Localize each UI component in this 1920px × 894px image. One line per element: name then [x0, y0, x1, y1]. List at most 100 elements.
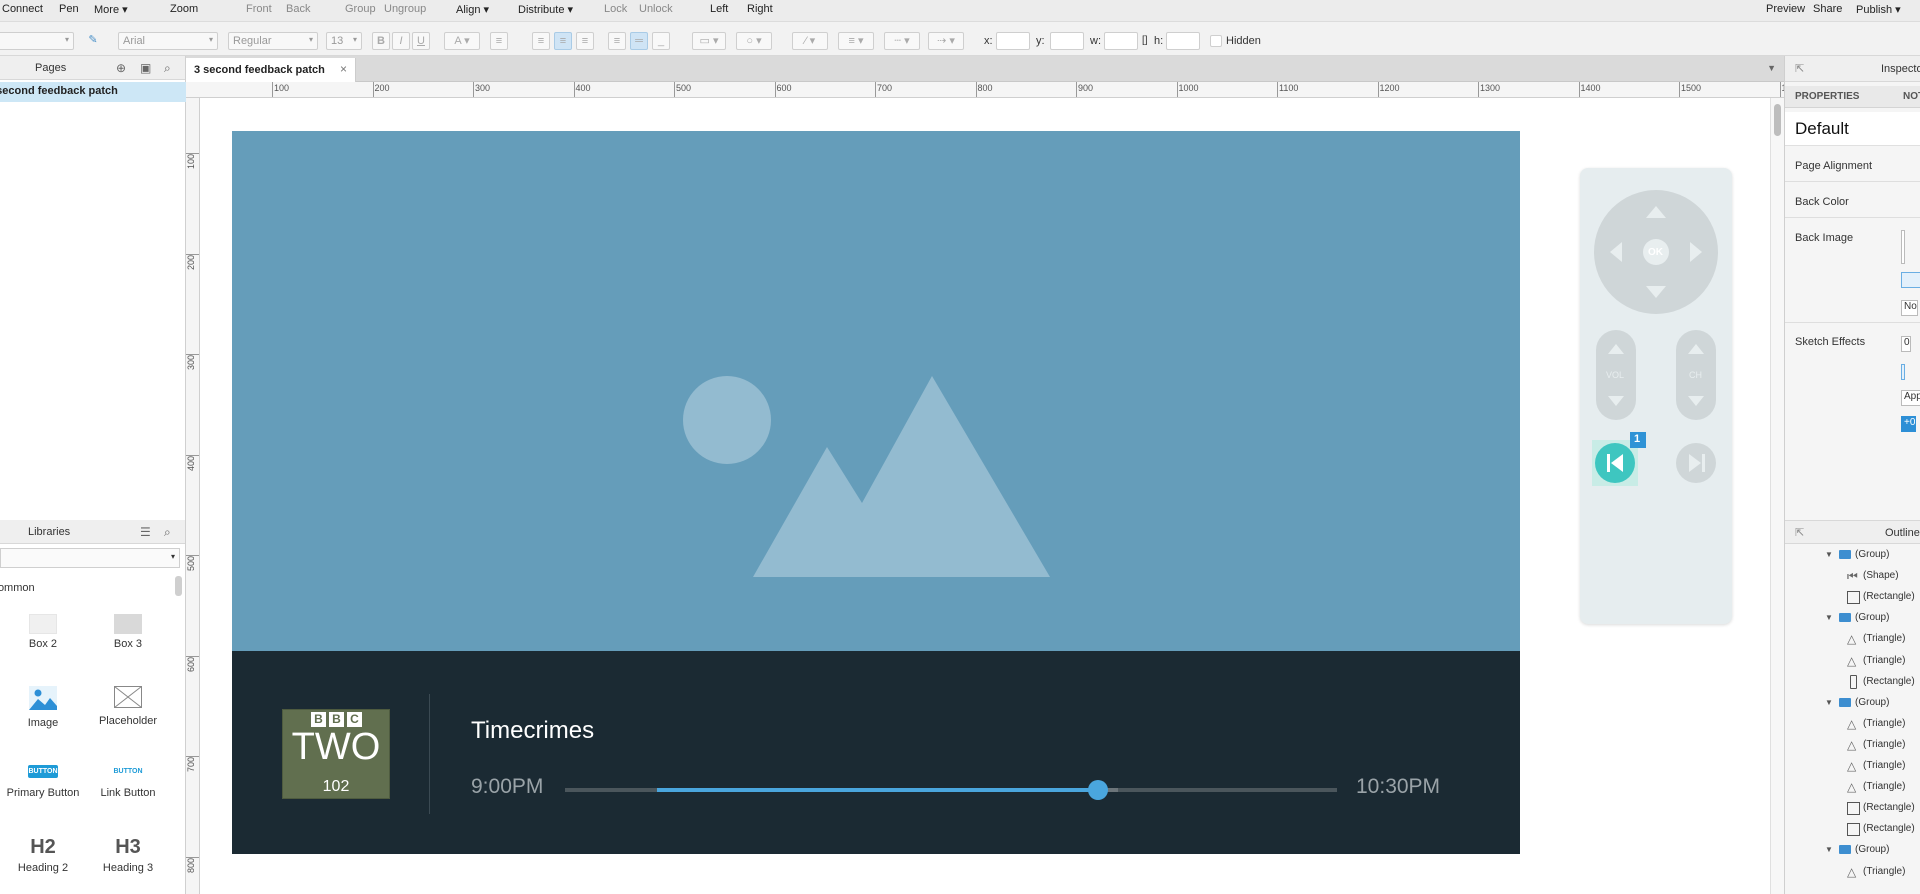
canvas-scrollbar[interactable] — [1770, 98, 1784, 894]
outline-row[interactable]: (Rectangle) — [1785, 589, 1920, 606]
canvas[interactable]: B B C TWO 102 Timecrimes 9:00PM 10:30PM — [200, 98, 1770, 894]
collapse-icon[interactable]: ⇱ — [1795, 526, 1804, 539]
fill-color-button[interactable]: ▭ ▾ — [692, 32, 726, 50]
outline-row[interactable]: (Rectangle) — [1785, 674, 1920, 691]
x-input[interactable] — [996, 32, 1030, 50]
tab-properties[interactable]: PROPERTIES — [1795, 91, 1859, 102]
left-button[interactable]: Left — [710, 3, 728, 15]
outline-row[interactable]: ▼ (Group) — [1785, 547, 1920, 564]
align-right-button[interactable]: ≡ — [576, 32, 594, 50]
tab-document[interactable]: 3 second feedback patch × — [186, 58, 356, 82]
widget-primary-button[interactable]: BUTTON Primary Button — [1, 765, 85, 799]
line-width-button[interactable]: ≡ ▾ — [838, 32, 874, 50]
outline-row[interactable]: △ (Triangle) — [1785, 653, 1920, 670]
align-menu[interactable]: Align ▾ — [456, 3, 489, 16]
outline-row[interactable]: ▼ (Group) — [1785, 610, 1920, 627]
widget-placeholder[interactable]: Placeholder — [86, 686, 170, 727]
back-image-tile-icon[interactable] — [1901, 272, 1920, 288]
preview-button[interactable]: Preview — [1766, 3, 1805, 15]
hidden-checkbox[interactable] — [1210, 35, 1222, 47]
align-left-button[interactable]: ≡ — [532, 32, 550, 50]
outline-row[interactable]: △ (Triangle) — [1785, 631, 1920, 648]
back-image-mode-select[interactable]: No — [1901, 300, 1918, 316]
add-page-icon[interactable]: ⊕ — [116, 61, 126, 75]
sketch-image-icon[interactable] — [1901, 364, 1905, 380]
widget-box2[interactable]: Box 2 — [1, 614, 85, 650]
valign-middle-button[interactable]: ═ — [630, 32, 648, 50]
outline-row[interactable]: △ (Triangle) — [1785, 737, 1920, 754]
lock-ratio-icon[interactable]: [] — [1142, 35, 1148, 46]
italic-button[interactable]: I — [392, 32, 410, 50]
font-weight-select[interactable]: Regular ▾ — [228, 32, 318, 50]
align-center-button[interactable]: ≡ — [554, 32, 572, 50]
outline-row[interactable]: (Rectangle) — [1785, 800, 1920, 817]
expand-icon[interactable]: ▼ — [1825, 698, 1833, 707]
outline-row[interactable]: ▼ (Group) — [1785, 842, 1920, 859]
outline-row[interactable]: △ (Triangle) — [1785, 758, 1920, 775]
underline-button[interactable]: U — [412, 32, 430, 50]
widget-link-button[interactable]: BUTTON Link Button — [86, 765, 170, 799]
line-color-button[interactable]: ⁄ ▾ — [792, 32, 828, 50]
search-icon[interactable]: ⌕ — [164, 61, 171, 76]
line-style-button[interactable]: ┄ ▾ — [884, 32, 920, 50]
group-button[interactable]: Group — [345, 3, 376, 15]
widget-heading3[interactable]: H3 Heading 3 — [86, 836, 170, 874]
outline-row[interactable]: ⏮ (Shape) — [1785, 568, 1920, 585]
send-back-button[interactable]: Back — [286, 3, 310, 15]
close-icon[interactable]: × — [340, 62, 347, 76]
library-select[interactable]: ▾ — [0, 548, 180, 568]
collapse-icon[interactable]: ⇱ — [1795, 62, 1804, 75]
more-menu[interactable]: More ▾ — [94, 3, 128, 16]
expand-icon[interactable]: ▼ — [1825, 550, 1833, 559]
chevron-down-icon[interactable]: ▼ — [1767, 63, 1776, 73]
valign-bottom-button[interactable]: _ — [652, 32, 670, 50]
bullet-list-button[interactable]: ≡ — [490, 32, 508, 50]
scroll-thumb[interactable] — [1774, 104, 1781, 136]
h-input[interactable] — [1166, 32, 1200, 50]
bold-button[interactable]: B — [372, 32, 390, 50]
page-item[interactable]: 3 second feedback patch — [0, 82, 186, 102]
widget-image[interactable]: Image — [1, 686, 85, 729]
w-input[interactable] — [1104, 32, 1138, 50]
right-button[interactable]: Right — [747, 3, 773, 15]
format-painter-icon[interactable]: ✎ — [84, 32, 102, 50]
bring-front-button[interactable]: Front — [246, 3, 272, 15]
valign-top-button[interactable]: ≡ — [608, 32, 626, 50]
ok-label[interactable]: OK — [1648, 247, 1663, 258]
distribute-menu[interactable]: Distribute ▾ — [518, 3, 573, 16]
progress-track[interactable] — [565, 788, 1337, 792]
unlock-button[interactable]: Unlock — [639, 3, 673, 15]
outline-row[interactable]: △ (Triangle) — [1785, 864, 1920, 881]
expand-icon[interactable]: ▼ — [1825, 613, 1833, 622]
search-icon[interactable]: ⌕ — [164, 525, 171, 540]
progress-thumb[interactable] — [1088, 780, 1108, 800]
outline-row[interactable]: (Rectangle) — [1785, 821, 1920, 838]
tab-notes[interactable]: NOTES — [1903, 91, 1920, 102]
font-offset-button[interactable]: +0 — [1901, 416, 1917, 432]
widget-box3[interactable]: Box 3 — [86, 614, 170, 650]
style-select[interactable]: ▾ — [0, 32, 74, 50]
back-image-picker[interactable] — [1901, 230, 1905, 264]
text-color-button[interactable]: A ▾ — [444, 32, 480, 50]
expand-icon[interactable]: ▼ — [1825, 845, 1833, 854]
shadow-button[interactable]: ○ ▾ — [736, 32, 772, 50]
y-input[interactable] — [1050, 32, 1084, 50]
outline-row[interactable]: △ (Triangle) — [1785, 716, 1920, 733]
lock-button[interactable]: Lock — [604, 3, 627, 15]
font-family-select[interactable]: Arial ▾ — [118, 32, 218, 50]
ungroup-button[interactable]: Ungroup — [384, 3, 426, 15]
pen-tool[interactable]: Pen — [59, 3, 79, 15]
publish-menu[interactable]: Publish ▾ — [1856, 3, 1901, 16]
library-scrollbar[interactable] — [175, 576, 182, 596]
widget-heading2[interactable]: H2 Heading 2 — [1, 836, 85, 874]
apply-button[interactable]: App — [1901, 390, 1920, 406]
outline-row[interactable]: △ (Triangle) — [1785, 779, 1920, 796]
font-size-select[interactable]: 13 ▾ — [326, 32, 362, 50]
connect-tool[interactable]: Connect — [2, 3, 43, 15]
sketch-value-input[interactable]: 0 — [1901, 336, 1911, 352]
add-folder-icon[interactable]: ▣ — [140, 61, 151, 75]
menu-icon[interactable]: ☰ — [140, 525, 151, 539]
outline-row[interactable]: ▼ (Group) — [1785, 695, 1920, 712]
share-button[interactable]: Share — [1813, 3, 1842, 15]
arrow-style-button[interactable]: ⇢ ▾ — [928, 32, 964, 50]
